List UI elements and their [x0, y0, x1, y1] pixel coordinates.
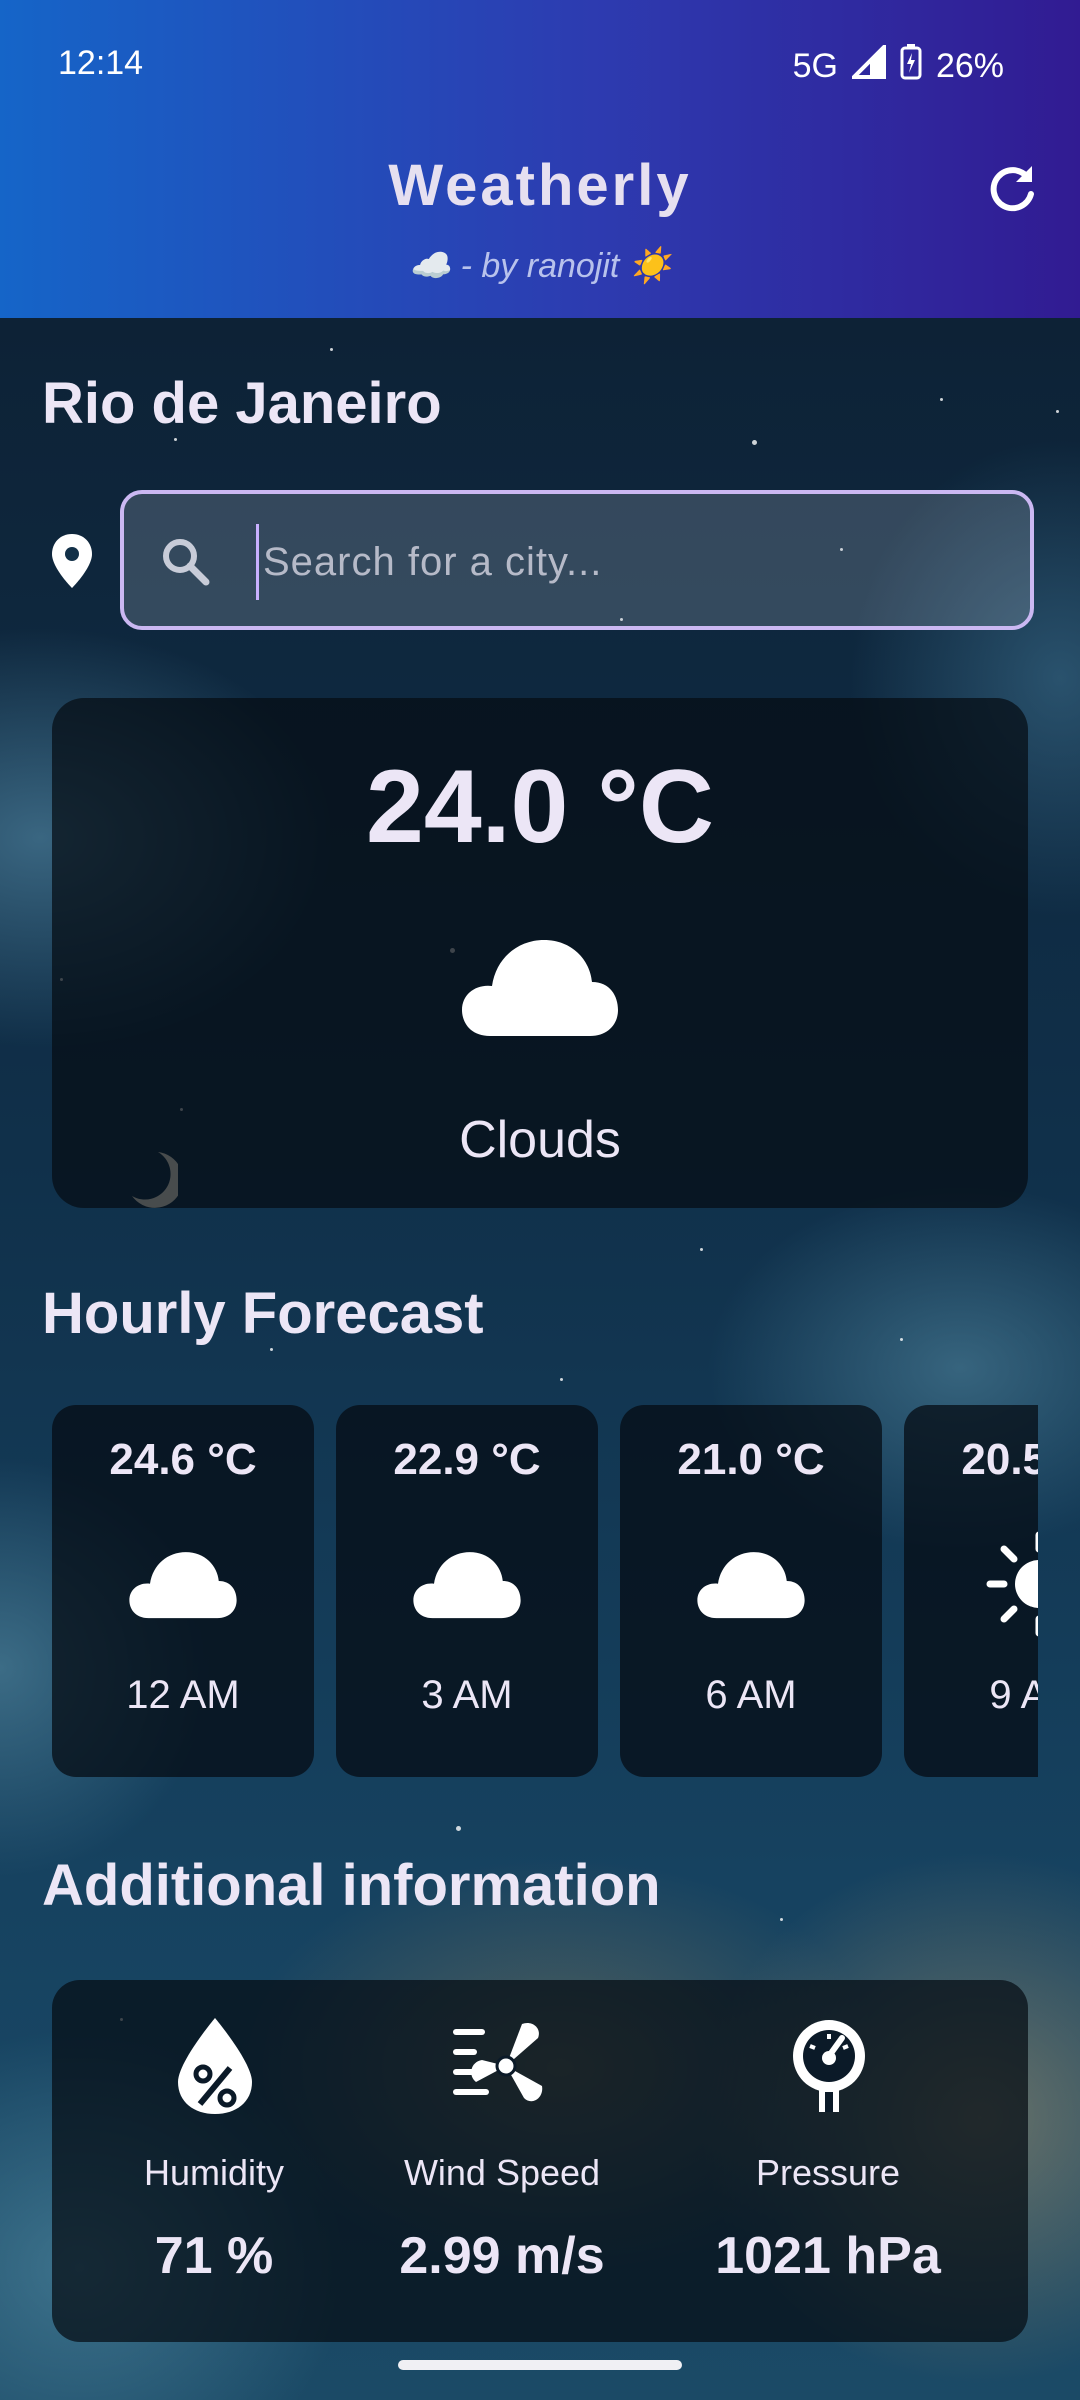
battery-level: 26% — [935, 47, 1004, 85]
cloud-icon — [413, 1552, 521, 1619]
pressure-label: Pressure — [755, 2152, 901, 2193]
refresh-icon — [990, 166, 1034, 212]
app-header: 12:14 5G 26% Weatherly ☁️ - by ranojit ☀… — [0, 0, 1080, 318]
humidity-value: 71 % — [154, 2227, 274, 2285]
humidity-item: Humidity 71 % — [64, 1980, 364, 2342]
hourly-time: 3 AM — [421, 1673, 513, 1717]
hourly-forecast-item: 21.0 °C 6 AM — [620, 1405, 882, 1777]
additional-info-card: Humidity 71 % Wind Speed 2.99 m/s Pressu… — [52, 1980, 1028, 2342]
cloud-icon — [697, 1552, 805, 1619]
current-temperature: 24.0 °C — [365, 749, 714, 865]
status-indicators: 5G 26% — [792, 42, 1004, 89]
hourly-temperature: 22.9 °C — [393, 1435, 541, 1484]
hourly-forecast-list[interactable]: 24.6 °C 12 AM 22.9 °C 3 AM 21.0 °C 6 AM … — [52, 1405, 1038, 1785]
wind-speed-label: Wind Speed — [403, 2152, 601, 2193]
weather-condition: Clouds — [459, 1111, 621, 1169]
hourly-time: 12 AM — [126, 1673, 240, 1717]
cloud-icon — [129, 1552, 237, 1619]
refresh-button[interactable] — [982, 158, 1042, 218]
hourly-temperature: 20.5 °C — [961, 1435, 1038, 1484]
search-input[interactable] — [256, 524, 1005, 600]
humidity-label: Humidity — [143, 2152, 285, 2193]
cloud-icon — [462, 940, 618, 1036]
app-subtitle: ☁️ - by ranojit ☀️ — [408, 247, 672, 285]
signal-icon — [849, 42, 886, 88]
wind-speed-value: 2.99 m/s — [399, 2227, 605, 2285]
network-label: 5G — [792, 47, 838, 85]
hourly-forecast-item: 20.5 °C 9 AM — [904, 1405, 1038, 1777]
humidity-icon — [178, 2018, 252, 2114]
sun-icon — [986, 1531, 1038, 1637]
hourly-forecast-title: Hourly Forecast — [42, 1281, 484, 1346]
location-pin-icon — [52, 534, 92, 588]
wind-speed-item: Wind Speed 2.99 m/s — [352, 1980, 652, 2342]
pressure-value: 1021 hPa — [715, 2227, 941, 2285]
city-name: Rio de Janeiro — [42, 371, 442, 436]
status-time: 12:14 — [58, 44, 144, 82]
current-weather-card: 24.0 °C Clouds — [52, 698, 1028, 1208]
hourly-temperature: 24.6 °C — [109, 1435, 257, 1484]
gesture-navigation-bar[interactable] — [398, 2360, 682, 2370]
hourly-time: 9 AM — [989, 1673, 1038, 1717]
wind-icon — [453, 2022, 543, 2102]
app-title: Weatherly — [388, 153, 692, 218]
battery-icon — [900, 44, 922, 89]
additional-info-title: Additional information — [42, 1853, 661, 1918]
search-field[interactable] — [120, 490, 1034, 630]
hourly-forecast-item: 24.6 °C 12 AM — [52, 1405, 314, 1777]
pressure-icon — [793, 2020, 865, 2112]
current-location-button[interactable] — [48, 532, 96, 590]
hourly-temperature: 21.0 °C — [677, 1435, 825, 1484]
pressure-item: Pressure 1021 hPa — [678, 1980, 978, 2342]
hourly-forecast-item: 22.9 °C 3 AM — [336, 1405, 598, 1777]
hourly-time: 6 AM — [705, 1673, 797, 1717]
search-icon — [163, 539, 210, 586]
